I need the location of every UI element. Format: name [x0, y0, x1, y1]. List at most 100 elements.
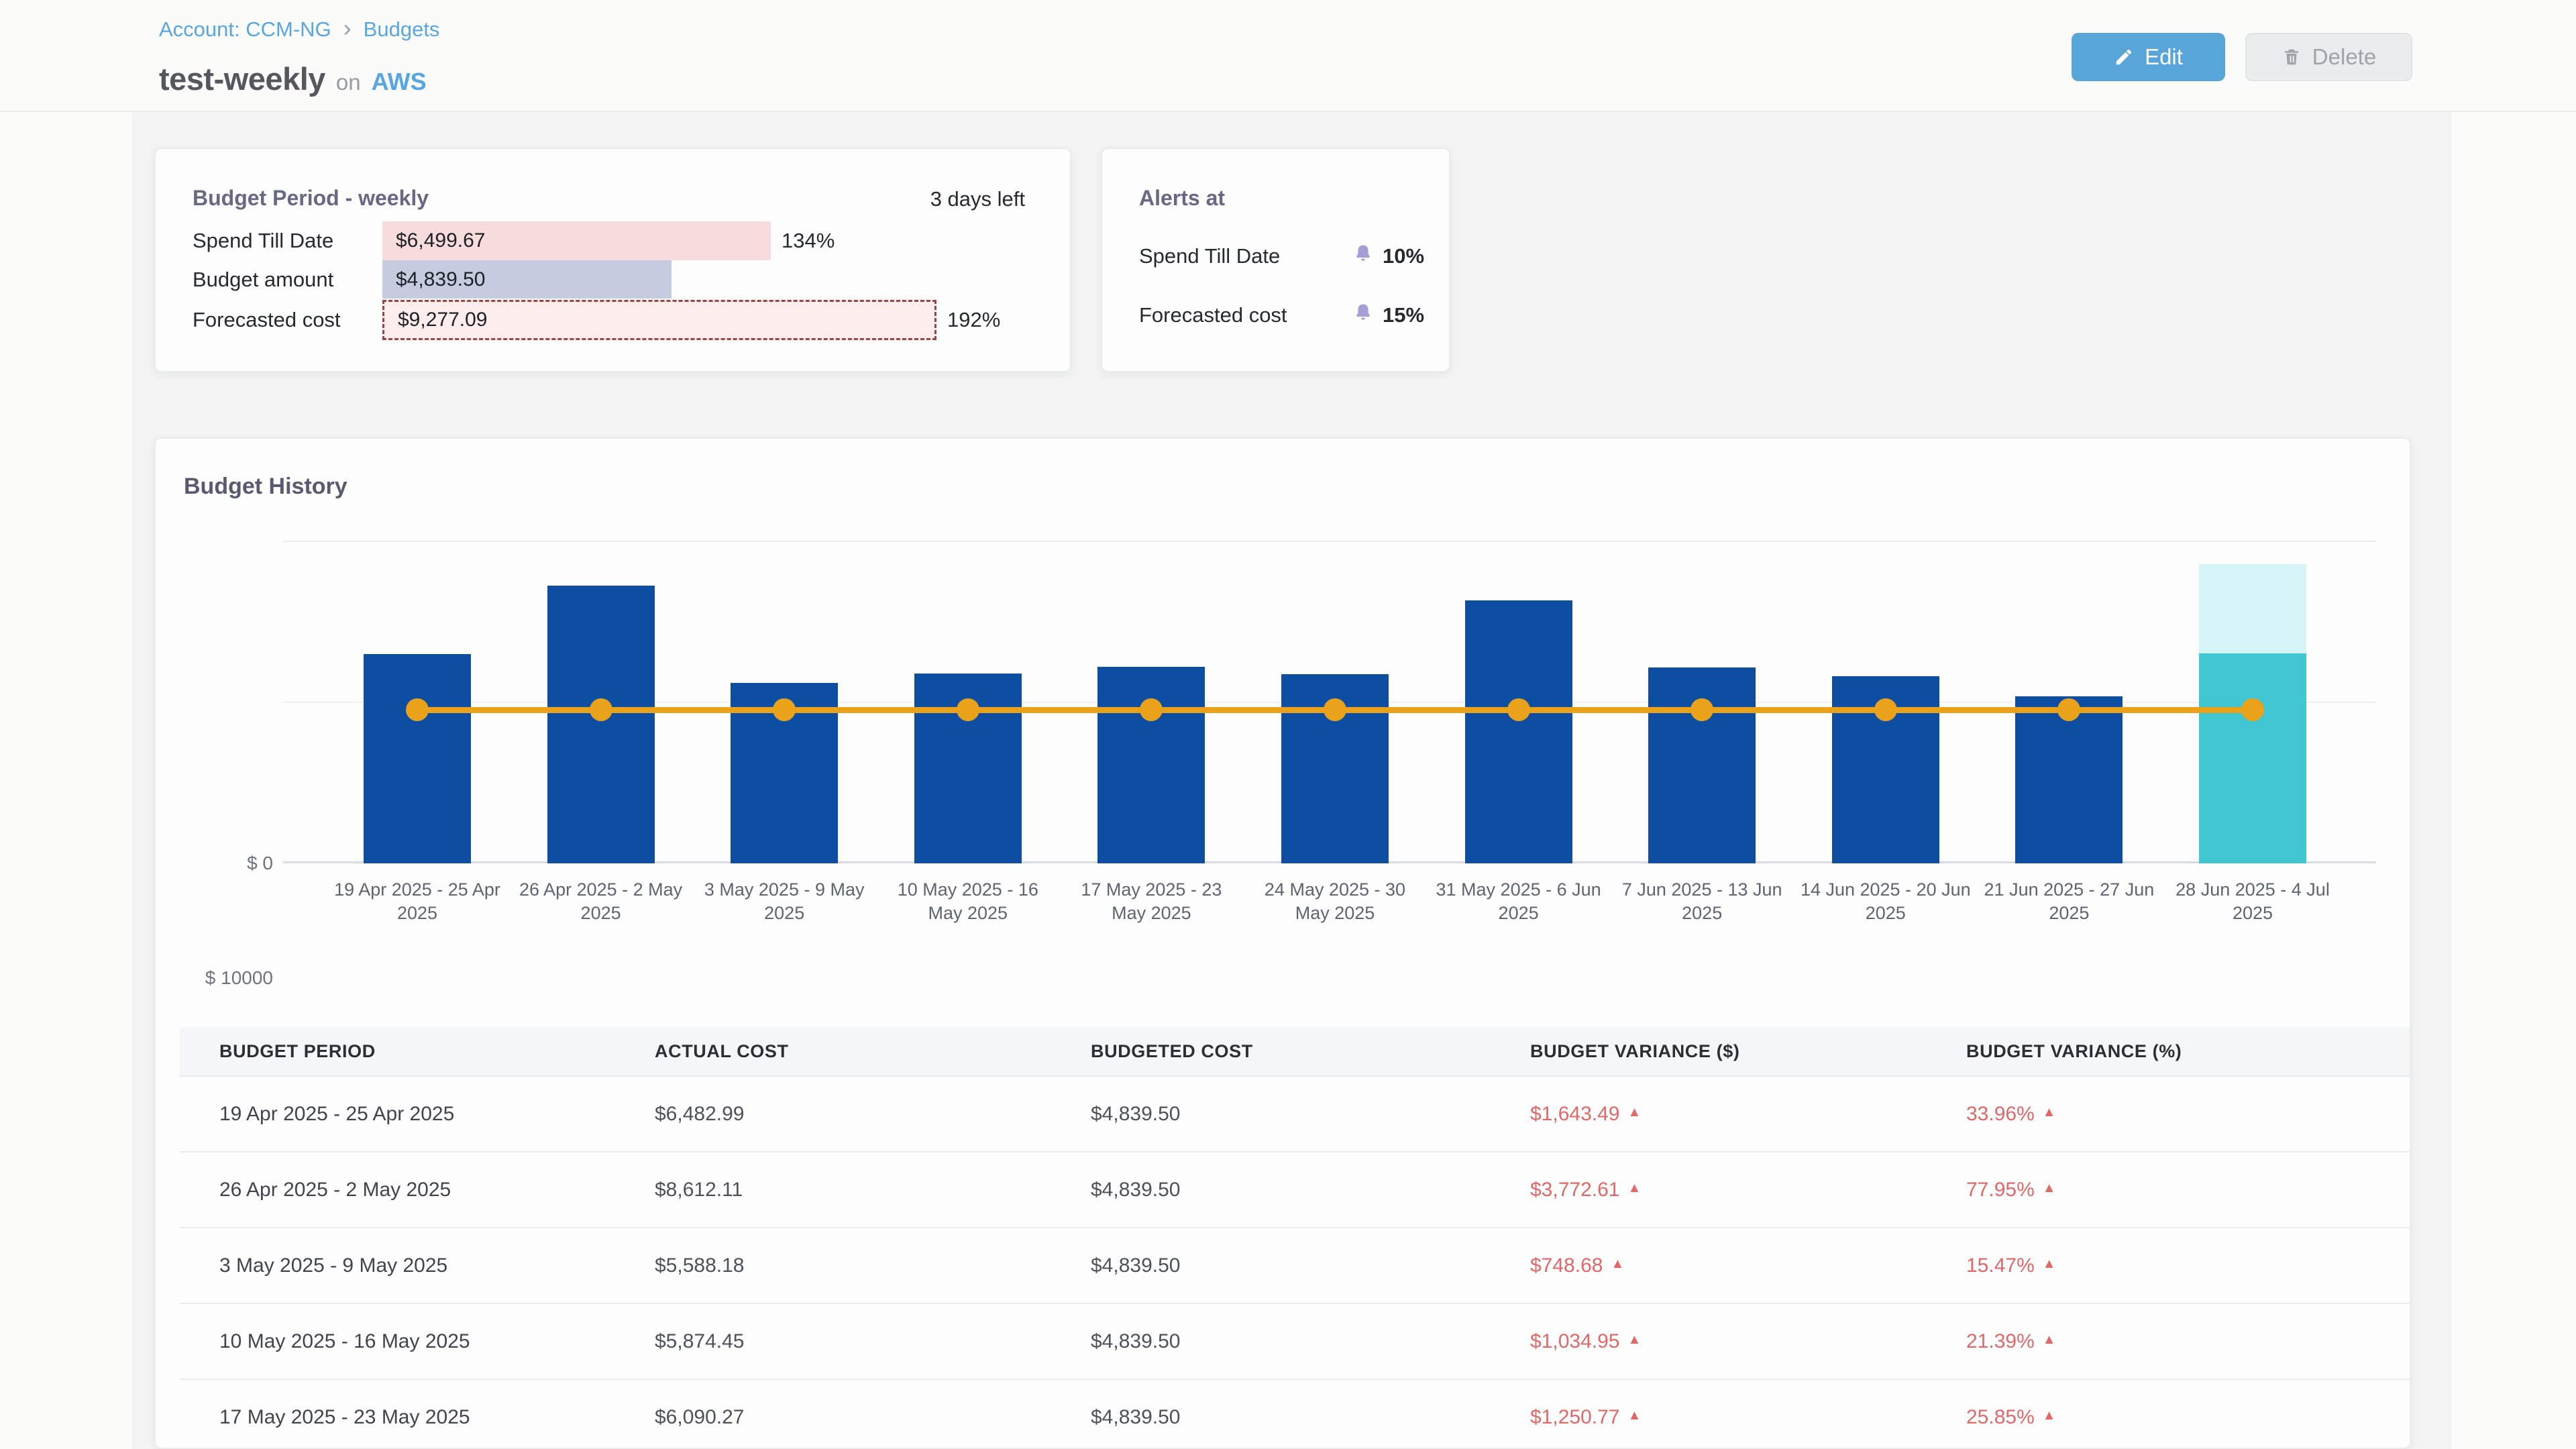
triangle-up-icon: ▲ — [1611, 1256, 1624, 1272]
breadcrumb-account-link[interactable]: Account: CCM-NG — [159, 17, 331, 42]
x-axis-category-label: 3 May 2025 - 9 May 2025 — [697, 878, 871, 925]
variance-value: 33.96% — [1966, 1103, 2035, 1126]
actual-cost-bar-segment — [1097, 667, 1205, 863]
variance-value: 15.47% — [1966, 1254, 2035, 1277]
page-title-platform: AWS — [372, 68, 427, 96]
table-row: 10 May 2025 - 16 May 2025$5,874.45$4,839… — [180, 1303, 2411, 1379]
forecasted-weekly-bar-segment — [2199, 564, 2306, 654]
actual-cost-bar-segment — [1648, 667, 1756, 863]
table-header-row: BUDGET PERIODACTUAL COSTBUDGETED COSTBUD… — [180, 1027, 2411, 1075]
budget-line-point — [1324, 698, 1346, 721]
alert-threshold-value: 10% — [1383, 244, 1424, 268]
cell-budget-period: 26 Apr 2025 - 2 May 2025 — [180, 1179, 615, 1201]
variance-value: $3,772.61 — [1530, 1179, 1619, 1201]
cell-budgeted-cost: $4,839.50 — [1051, 1330, 1491, 1353]
budget-history-table: BUDGET PERIODACTUAL COSTBUDGETED COSTBUD… — [180, 1027, 2411, 1449]
cell-budget-variance-pct: 77.95% ▲ — [1927, 1179, 2411, 1201]
cell-budget-period: 17 May 2025 - 23 May 2025 — [180, 1406, 615, 1429]
x-axis-category-label: 14 Jun 2025 - 20 Jun 2025 — [1799, 878, 1973, 925]
triangle-up-icon: ▲ — [2043, 1181, 2056, 1196]
budget-row-value: $4,839.50 — [382, 268, 485, 291]
triangle-up-icon: ▲ — [1627, 1105, 1641, 1120]
budget-row-value: $9,277.09 — [384, 309, 487, 331]
alerts-card: Alerts at Spend Till Date 10% Forecasted c… — [1101, 148, 1450, 372]
cell-budget-variance-usd: $1,643.49 ▲ — [1491, 1103, 1927, 1126]
budget-line-point — [957, 698, 979, 721]
cell-budget-variance-usd: $1,034.95▲ — [1491, 1330, 1927, 1353]
delete-button[interactable]: Delete — [2245, 33, 2412, 81]
budget-row-percent: 192% — [947, 308, 1000, 332]
x-axis-category-label: 28 Jun 2025 - 4 Jul 2025 — [2165, 878, 2340, 925]
budget-line-point — [590, 698, 612, 721]
budget-row-label: Budget amount — [193, 268, 333, 292]
delete-button-label: Delete — [2312, 44, 2376, 70]
table-row: 3 May 2025 - 9 May 2025$5,588.18$4,839.5… — [180, 1227, 2411, 1303]
breadcrumb: Account: CCM-NG › Budgets — [159, 17, 439, 42]
page-header: Account: CCM-NG › Budgets test-weekly on… — [0, 0, 2576, 112]
cell-budget-variance-usd: $1,250.77 ▲ — [1491, 1406, 1927, 1429]
table-header-cell: BUDGET PERIOD — [180, 1041, 615, 1062]
x-axis-category-label: 21 Jun 2025 - 27 Jun 2025 — [1982, 878, 2156, 925]
triangle-up-icon: ▲ — [1627, 1408, 1641, 1424]
triangle-up-icon: ▲ — [2043, 1332, 2056, 1348]
cell-actual-cost: $5,588.18 — [615, 1254, 1051, 1277]
triangle-up-icon: ▲ — [2043, 1256, 2056, 1272]
budget-line-point — [2241, 698, 2264, 721]
cell-budget-variance-pct: 15.47% ▲ — [1927, 1254, 2411, 1277]
cell-budgeted-cost: $4,839.50 — [1051, 1179, 1491, 1201]
alert-row-label: Spend Till Date — [1139, 244, 1280, 268]
variance-value: $1,250.77 — [1530, 1406, 1619, 1429]
x-axis-category-label: 24 May 2025 - 30 May 2025 — [1248, 878, 1422, 925]
actual-cost-bar-segment — [364, 654, 471, 863]
budget-history-card: Budget History $ 10000 $ 0 19 Apr 2025 -… — [154, 437, 2411, 1449]
alert-row-label: Forecasted cost — [1139, 303, 1287, 327]
x-axis-category-label: 7 Jun 2025 - 13 Jun 2025 — [1615, 878, 1789, 925]
budget-row-bar-budget: $4,839.50 — [382, 260, 672, 299]
cell-budget-variance-pct: 33.96% ▲ — [1927, 1103, 2411, 1126]
page-title: test-weekly — [159, 60, 325, 97]
cell-budget-period: 19 Apr 2025 - 25 Apr 2025 — [180, 1103, 615, 1126]
triangle-up-icon: ▲ — [2043, 1105, 2056, 1120]
actual-cost-bar-segment — [2015, 696, 2123, 863]
budget-row-bar-forecast: $9,277.09 — [382, 300, 936, 340]
table-row: 26 Apr 2025 - 2 May 2025$8,612.11$4,839.… — [180, 1151, 2411, 1227]
alert-threshold-value: 15% — [1383, 303, 1424, 327]
x-axis-category-label: 19 Apr 2025 - 25 Apr 2025 — [330, 878, 504, 925]
cell-budgeted-cost: $4,839.50 — [1051, 1103, 1491, 1126]
variance-value: 21.39% — [1966, 1330, 2035, 1353]
cell-budget-variance-pct: 25.85%▲ — [1927, 1406, 2411, 1429]
cell-budget-variance-usd: $748.68▲ — [1491, 1254, 1927, 1277]
edit-button[interactable]: Edit — [2072, 33, 2225, 81]
alerts-card-title: Alerts at — [1139, 186, 1225, 211]
title-row: test-weekly on AWS — [159, 60, 427, 97]
cell-actual-cost: $6,482.99 — [615, 1103, 1051, 1126]
budget-history-title: Budget History — [184, 474, 347, 500]
cell-budget-period: 3 May 2025 - 9 May 2025 — [180, 1254, 615, 1277]
variance-value: $1,643.49 — [1530, 1103, 1619, 1126]
budget-line-point — [1874, 698, 1897, 721]
actual-cost-bar-segment — [1465, 600, 1572, 863]
variance-value: 25.85% — [1966, 1406, 2035, 1429]
budget-row-label: Spend Till Date — [193, 229, 333, 253]
page-title-on: on — [336, 70, 361, 95]
budget-row-percent: 134% — [782, 229, 835, 253]
cell-actual-cost: $8,612.11 — [615, 1179, 1051, 1201]
cell-budgeted-cost: $4,839.50 — [1051, 1406, 1491, 1429]
x-axis-category-label: 10 May 2025 - 16 May 2025 — [881, 878, 1055, 925]
table-header-cell: ACTUAL COST — [615, 1041, 1051, 1062]
triangle-up-icon: ▲ — [1627, 1181, 1641, 1196]
days-left-text: 3 days left — [930, 187, 1025, 211]
week-to-date-bar-segment — [2199, 653, 2306, 863]
variance-value: 77.95% — [1966, 1179, 2035, 1201]
table-row: 17 May 2025 - 23 May 2025$6,090.27$4,839… — [180, 1379, 2411, 1449]
actual-cost-bar-segment — [547, 586, 655, 863]
breadcrumb-budgets-link[interactable]: Budgets — [364, 17, 440, 42]
x-axis-category-label: 17 May 2025 - 23 May 2025 — [1064, 878, 1238, 925]
budget-line-point — [406, 698, 429, 721]
x-axis-category-label: 31 May 2025 - 6 Jun 2025 — [1432, 878, 1606, 925]
chevron-right-icon: › — [343, 17, 352, 38]
variance-value: $1,034.95 — [1530, 1330, 1619, 1353]
table-header-cell: BUDGET VARIANCE (%) — [1927, 1041, 2411, 1062]
budget-period-card-title: Budget Period - weekly — [193, 186, 429, 211]
page: Account: CCM-NG › Budgets test-weekly on… — [0, 0, 2576, 1449]
